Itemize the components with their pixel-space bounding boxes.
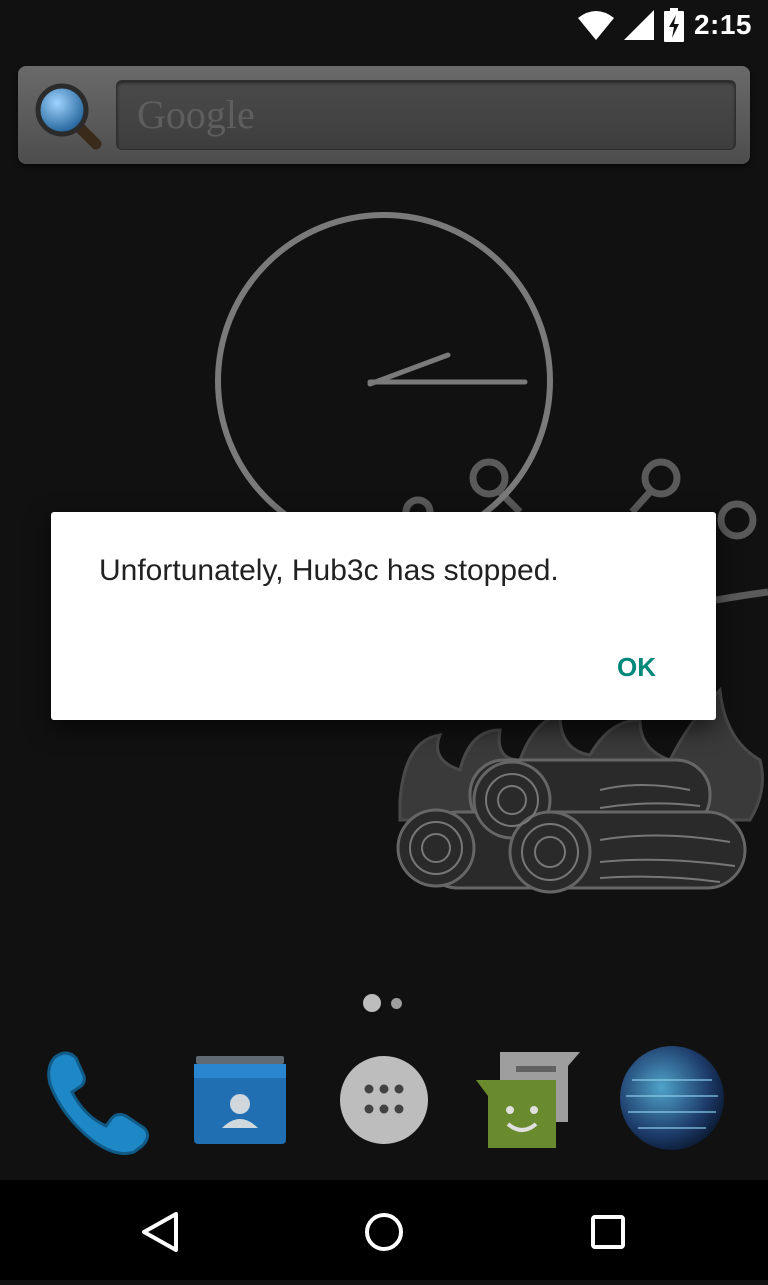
- navigation-bar: [0, 1180, 768, 1280]
- google-search-widget[interactable]: Google: [18, 66, 750, 164]
- wifi-icon: [577, 11, 614, 40]
- recents-button[interactable]: [548, 1180, 668, 1280]
- error-dialog: Unfortunately, Hub3c has stopped. OK: [51, 512, 716, 720]
- messaging-icon: [476, 1052, 580, 1148]
- back-icon: [142, 1212, 178, 1252]
- home-button[interactable]: [324, 1180, 444, 1280]
- contacts-icon: [194, 1056, 286, 1144]
- dock: [0, 1040, 768, 1160]
- status-icons: 2:15: [577, 6, 752, 44]
- search-placeholder: Google: [137, 92, 255, 137]
- app-drawer-button[interactable]: [324, 1040, 444, 1160]
- globe-icon: [620, 1046, 724, 1150]
- magnifier-icon[interactable]: [32, 80, 104, 152]
- recents-icon: [591, 1215, 625, 1249]
- cell-signal-icon: [623, 10, 654, 40]
- back-button[interactable]: [100, 1180, 220, 1280]
- status-time: 2:15: [693, 9, 752, 40]
- page-indicator: [0, 994, 768, 1014]
- phone-icon: [47, 1051, 149, 1155]
- app-drawer-icon: [340, 1056, 428, 1144]
- clock-widget: [215, 212, 553, 550]
- ok-button[interactable]: OK: [609, 648, 664, 687]
- contacts-app[interactable]: [180, 1040, 300, 1160]
- search-input[interactable]: Google: [116, 80, 736, 150]
- battery-charging-icon: [663, 8, 684, 42]
- messaging-app[interactable]: [464, 1040, 584, 1160]
- page-dot-active: [363, 994, 381, 1012]
- status-bar: 2:15: [0, 0, 768, 50]
- dialog-message: Unfortunately, Hub3c has stopped.: [99, 554, 559, 587]
- phone-app[interactable]: [36, 1040, 156, 1160]
- browser-app[interactable]: [612, 1040, 732, 1160]
- home-icon: [365, 1213, 403, 1251]
- page-dot: [391, 998, 402, 1009]
